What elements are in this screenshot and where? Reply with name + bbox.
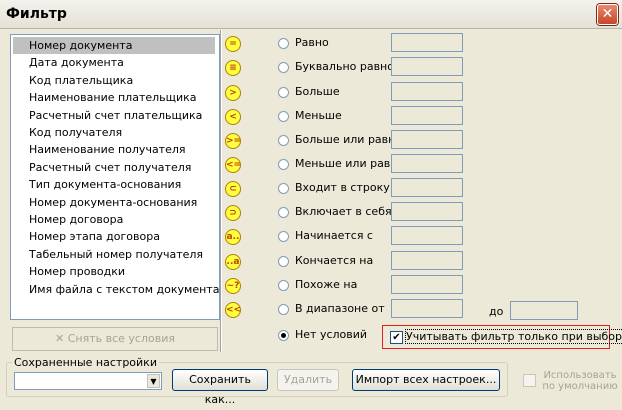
clear-icon: ✕ <box>55 332 65 345</box>
close-icon[interactable]: ✕ <box>597 4 618 25</box>
field-list-item[interactable]: Расчетный счет плательщика <box>13 107 215 124</box>
operator-value-input[interactable] <box>391 57 463 76</box>
operator-label: Меньше или равно <box>295 157 405 170</box>
operator-icon: a.. <box>225 229 241 245</box>
field-list-item[interactable]: Номер проводки <box>13 263 215 280</box>
clear-all-conditions-button[interactable]: ✕ Снять все условия <box>12 327 218 351</box>
operator-label: Больше или равно <box>295 133 403 146</box>
operator-icon: < <box>225 109 241 125</box>
field-list-item[interactable]: Расчетный счет получателя <box>13 159 215 176</box>
operator-icon: >= <box>225 133 241 149</box>
operator-radio[interactable] <box>278 256 289 267</box>
apply-on-select-label[interactable]: Учитывать фильтр только при выборке <box>404 329 622 344</box>
field-list-item[interactable]: Номер этапа договора <box>13 228 215 245</box>
operator-radio[interactable] <box>278 280 289 291</box>
operator-radio[interactable] <box>278 111 289 122</box>
operator-icon: > <box>225 85 241 101</box>
operator-radio[interactable] <box>278 87 289 98</box>
operator-label: Входит в строку <box>295 181 390 194</box>
operator-radio[interactable] <box>278 38 289 49</box>
operator-label: Нет условий <box>295 328 368 341</box>
field-list-item[interactable]: Дата документа <box>13 54 215 71</box>
operator-radio[interactable] <box>278 304 289 315</box>
operator-value-input[interactable] <box>391 82 463 101</box>
field-list-item[interactable]: Тип документа-основания <box>13 176 215 193</box>
operator-label: Буквально равно <box>295 60 394 73</box>
operator-icon: ≡ <box>225 60 241 76</box>
field-list-item[interactable]: Номер договора <box>13 211 215 228</box>
range-to-input[interactable] <box>510 301 578 320</box>
field-list-item[interactable]: Номер документа-основания <box>13 194 215 211</box>
operator-icon: <= <box>225 157 241 173</box>
operator-icon: ~? <box>225 278 241 294</box>
operator-value-input[interactable] <box>391 299 463 318</box>
operator-label: В диапазоне от <box>295 302 385 315</box>
field-list-item[interactable]: Наименование получателя <box>13 141 215 158</box>
apply-on-select-checkbox[interactable]: ✔ <box>390 331 403 344</box>
field-list[interactable]: Номер документа Дата документа Код платель… <box>10 34 220 320</box>
delete-button[interactable]: Удалить <box>277 369 339 391</box>
operator-value-input[interactable] <box>391 154 463 173</box>
operator-icon: << <box>225 302 241 318</box>
operator-icon: ⊃ <box>225 205 241 221</box>
operator-radio[interactable] <box>278 135 289 146</box>
title-bar[interactable]: Фильтр ✕ <box>0 0 622 29</box>
operator-label: Кончается на <box>295 254 374 267</box>
field-list-item[interactable]: Номер документа <box>13 37 215 54</box>
field-list-item[interactable]: Табельный номер получателя <box>13 246 215 263</box>
panel-divider <box>220 30 221 352</box>
import-all-button[interactable]: Импорт всех настроек... <box>352 369 500 391</box>
clear-button-label: Снять все условия <box>67 332 175 345</box>
operator-label: Включает в себя <box>295 205 392 218</box>
operator-icon: = <box>225 36 241 52</box>
operator-label: Похоже на <box>295 278 358 291</box>
use-default-label: Использовать по умолчанию <box>542 370 618 392</box>
operator-label: Начинается с <box>295 229 373 242</box>
field-list-item[interactable]: Код получателя <box>13 124 215 141</box>
field-list-item[interactable]: Код плательщика <box>13 72 215 89</box>
operator-radio[interactable] <box>278 183 289 194</box>
operator-radio[interactable] <box>278 231 289 242</box>
operator-value-input[interactable] <box>391 130 463 149</box>
use-default-checkbox[interactable] <box>523 374 536 387</box>
save-as-button[interactable]: Сохранить как... <box>172 369 268 406</box>
operator-radio[interactable] <box>278 207 289 218</box>
operator-radio[interactable] <box>278 330 289 341</box>
field-list-item[interactable]: Имя файла с текстом документа <box>13 281 219 298</box>
operator-label: Больше <box>295 85 340 98</box>
chevron-down-icon[interactable]: ▼ <box>147 374 160 388</box>
operator-value-input[interactable] <box>391 226 463 245</box>
operator-value-input[interactable] <box>391 33 463 52</box>
operator-radio[interactable] <box>278 62 289 73</box>
operator-icon: ..a <box>225 254 241 270</box>
window-title: Фильтр <box>6 6 67 22</box>
operator-value-input[interactable] <box>391 251 463 270</box>
operator-icon: ⊂ <box>225 181 241 197</box>
operator-value-input[interactable] <box>391 178 463 197</box>
operator-label: Меньше <box>295 109 342 122</box>
operator-value-input[interactable] <box>391 106 463 125</box>
range-to-label: до <box>489 305 504 318</box>
operator-value-input[interactable] <box>391 275 463 294</box>
saved-settings-label: Сохраненные настройки <box>12 356 159 369</box>
operator-label: Равно <box>295 36 329 49</box>
field-list-item[interactable]: Наименование плательщика <box>13 89 215 106</box>
saved-settings-combo[interactable]: ▼ <box>14 372 162 390</box>
filter-dialog: Фильтр ✕ Номер документа Дата документа Ко… <box>0 0 622 406</box>
operator-radio[interactable] <box>278 159 289 170</box>
operator-value-input[interactable] <box>391 202 463 221</box>
